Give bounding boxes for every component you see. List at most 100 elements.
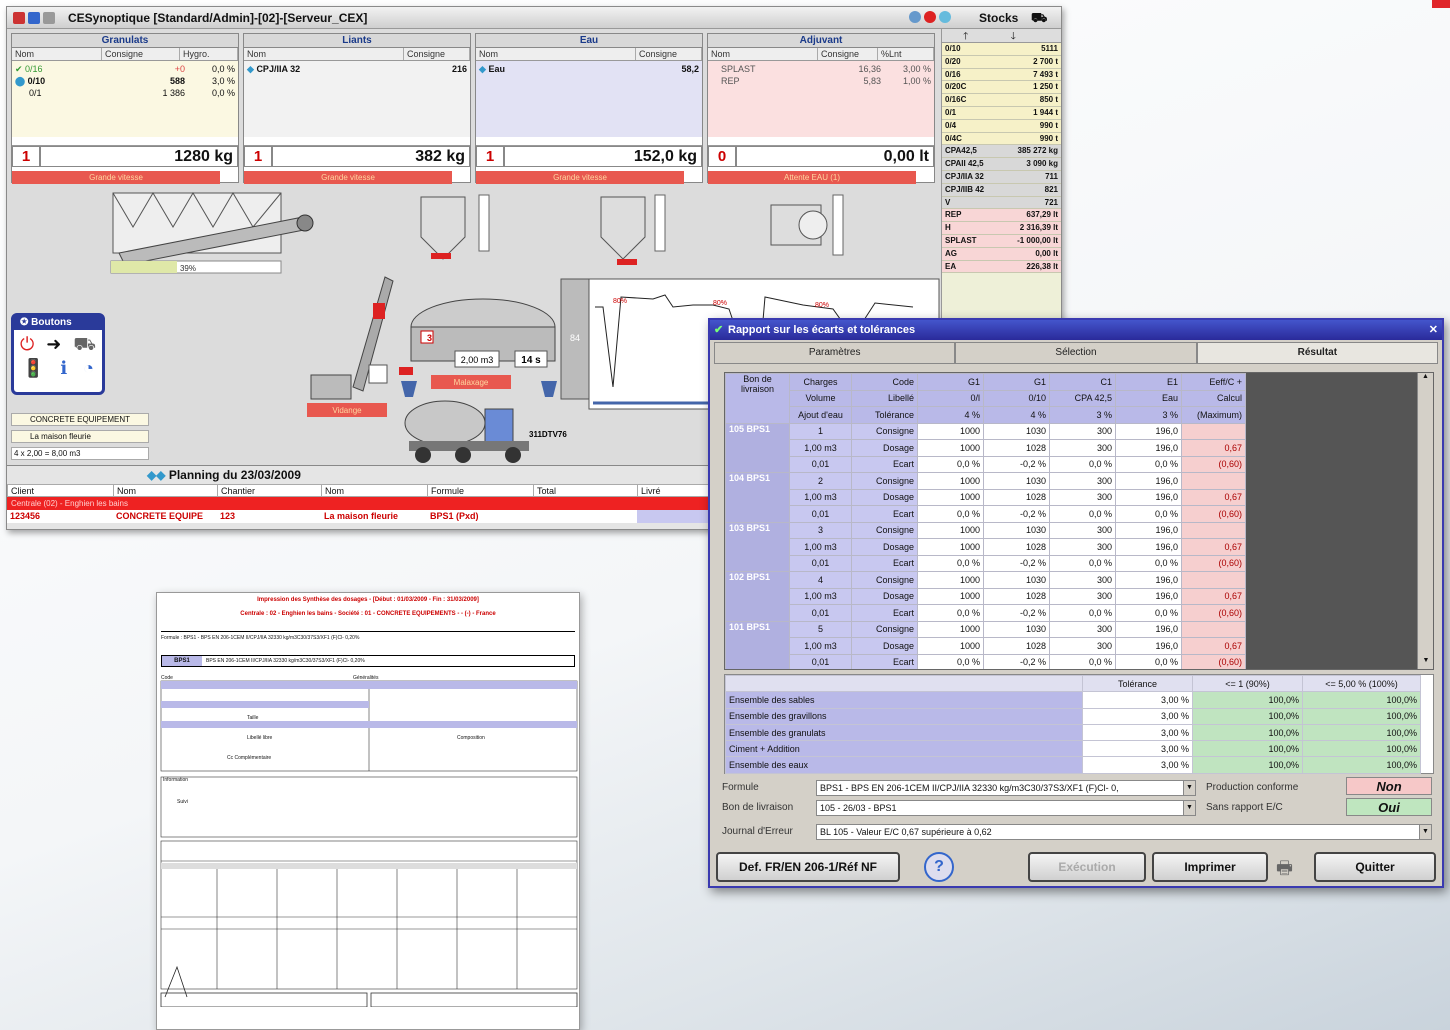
scrollbar[interactable]: ▲ ▼ (1417, 373, 1433, 669)
stock-row[interactable]: 0/16C 850 t (942, 94, 1061, 107)
stock-row[interactable]: 0/1 1 944 t (942, 106, 1061, 120)
value-cell: 0,67 (1181, 488, 1246, 506)
arrow-right-icon[interactable]: ➜ (46, 334, 61, 358)
chevron-down-icon[interactable]: ▼ (1183, 801, 1195, 815)
table-row[interactable]: 1,00 m3 Dosage 1000 1028 300 196,0 0,67 (726, 488, 1246, 506)
execution-button[interactable]: Exécution (1028, 852, 1146, 882)
stock-row[interactable]: 0/20 2 700 t (942, 55, 1061, 69)
mixer-truck (404, 400, 529, 463)
report-section-complementaire: Cc Complémentaire (227, 755, 272, 761)
journal-label: Journal d'Erreur (722, 826, 793, 837)
tab-selection[interactable]: Sélection (955, 342, 1197, 364)
power-icon[interactable]: ⏻ (20, 334, 34, 358)
truck-icon: ⛟ (1031, 10, 1048, 25)
value-cell: -0,2 % (983, 604, 1050, 622)
report-formule: Formule : BPS1 - BPS EN 206-1CEM II/CPJ/… (161, 631, 575, 641)
stock-row[interactable]: 0/4 990 t (942, 119, 1061, 133)
stock-row[interactable]: H2 316,39 lt (942, 222, 1061, 235)
stock-row[interactable]: CPJ/IIA 32 711 (942, 170, 1061, 184)
quitter-button[interactable]: Quitter (1314, 852, 1436, 882)
list-item[interactable]: REP 5,83 1,00 % (711, 75, 931, 87)
value-cell: -0,2 % (983, 455, 1050, 473)
window-title: CESynoptique [Standard/Admin]-[02]-[Serv… (68, 10, 368, 25)
table-row[interactable]: 1,00 m3 Dosage 1000 1028 300 196,0 0,67 (726, 637, 1246, 655)
stock-row[interactable]: 0/10 5111 (942, 43, 1061, 56)
mixer-count: 3 (427, 333, 432, 343)
table-row[interactable]: 101 BPS1 5 Consigne 1000 1030 300 196,0 (725, 620, 1246, 669)
stock-row[interactable]: CPA42,5 385 272 kg (942, 145, 1061, 159)
info-icon[interactable]: ℹ (60, 358, 67, 379)
value-cell: 0,67 (1181, 439, 1246, 457)
chevron-down-icon[interactable]: ▼ (1419, 825, 1431, 839)
value-cell: 0,67 (1181, 637, 1246, 655)
stock-row[interactable]: REP 637,29 lt (942, 209, 1061, 223)
summary-row: Ensemble des sables 3,00 % 100,0% 100,0% (725, 691, 1421, 709)
scroll-down-icon[interactable]: ▼ (1418, 657, 1433, 669)
list-item[interactable]: ✔ 0/16 +0 0,0 % (15, 63, 235, 75)
table-row[interactable]: 103 BPS1 3 Consigne 1000 1030 300 196,0 (725, 521, 1246, 572)
bon-livraison-select[interactable]: 105 - 26/03 - BPS1 ▼ (816, 800, 1196, 816)
value-cell: 0,0 % (917, 455, 984, 473)
journal-select[interactable]: BL 105 - Valeur E/C 0,67 supérieure à 0,… (816, 824, 1432, 840)
help-button[interactable]: ? (924, 852, 954, 882)
stock-row[interactable]: 0/4C 990 t (942, 132, 1061, 146)
summary-cell: Ensemble des gravillons (725, 707, 1083, 725)
stock-row[interactable]: AG 0,00 lt (942, 247, 1061, 261)
truck-button-icon[interactable]: ⛟ (73, 334, 96, 358)
table-row[interactable]: 104 BPS1 2 Consigne 1000 1030 300 196,0 (725, 472, 1246, 523)
stock-row[interactable]: SPLAST -1 000,00 lt (942, 234, 1061, 248)
clock-icon[interactable]: ◔ (83, 358, 94, 379)
printer-icon[interactable]: 🖶 (1276, 856, 1293, 886)
report-section-taille: Taille (247, 715, 259, 721)
nav-arrows-icon[interactable]: ◆◆ (147, 468, 165, 482)
stock-row[interactable]: CPJ/IIB 42 821 (942, 183, 1061, 197)
charge-cell: 1,00 m3 (789, 439, 852, 457)
table-row[interactable]: 0,01 Ecart 0,0 % -0,2 % 0,0 % 0,0 % (0,60) (726, 455, 1246, 473)
close-icon[interactable]: ✕ (1429, 320, 1438, 340)
list-item[interactable]: ◆ Eau 58,2 (479, 63, 699, 75)
def-norme-button[interactable]: Def. FR/EN 206-1/Réf NF (716, 852, 900, 882)
traffic-light-icon[interactable]: 🚦 (22, 358, 44, 379)
value-cell: 300 (1049, 620, 1116, 638)
value-cell: 196,0 (1115, 439, 1182, 457)
chevron-down-icon[interactable]: ▼ (1183, 781, 1195, 795)
bon-cell: 101 BPS1 (725, 620, 790, 669)
table-row[interactable]: 0,01 Ecart 0,0 % -0,2 % 0,0 % 0,0 % (0,60) (726, 505, 1246, 523)
imprimer-button[interactable]: Imprimer (1152, 852, 1268, 882)
list-item[interactable]: 0/1 1 386 0,0 % (15, 87, 235, 99)
rapport-title: Rapport sur les écarts et tolérances (728, 324, 916, 336)
table-row[interactable]: 1,00 m3 Dosage 1000 1028 300 196,0 0,67 (726, 538, 1246, 556)
stock-row[interactable]: CPAII 42,5 3 090 kg (942, 158, 1061, 171)
sort-down-icon[interactable]: 🡓 (990, 29, 1038, 42)
table-row[interactable]: 105 BPS1 1 Consigne 1000 1030 300 196,0 (725, 422, 1246, 473)
value-cell: 1000 (917, 637, 984, 655)
tools-icon[interactable] (1037, 29, 1061, 42)
stock-row[interactable]: 0/20C 1 250 t (942, 81, 1061, 95)
tab-resultat[interactable]: Résultat (1196, 342, 1438, 364)
app-icon-3 (43, 11, 55, 24)
water-tank (600, 194, 666, 265)
table-row[interactable]: 0,01 Ecart 0,0 % -0,2 % 0,0 % 0,0 % (0,60) (726, 554, 1246, 572)
value-cell: 1030 (983, 472, 1050, 490)
list-item[interactable]: SPLAST 16,36 3,00 % (711, 63, 931, 75)
table-row[interactable]: 1,00 m3 Dosage 1000 1028 300 196,0 0,67 (726, 439, 1246, 457)
table-row[interactable]: 1,00 m3 Dosage 1000 1028 300 196,0 0,67 (726, 587, 1246, 605)
batch-count: 1 (12, 146, 40, 167)
scroll-up-icon[interactable]: ▲ (1418, 373, 1433, 387)
formule-select[interactable]: BPS1 - BPS EN 206-1CEM II/CPJ/IIA 32330 … (816, 780, 1196, 796)
app-icon (13, 11, 25, 24)
sans-rapport-value: Oui (1346, 798, 1432, 816)
stock-row[interactable]: V 721 (942, 196, 1061, 210)
sort-up-icon[interactable]: 🡑 (942, 29, 990, 42)
list-item[interactable]: ⬤ 0/10 588 3,0 % (15, 75, 235, 87)
stock-row[interactable]: EA 226,38 lt (942, 260, 1061, 274)
table-row[interactable]: 0,01 Ecart 0,0 % -0,2 % 0,0 % 0,0 % (0,60) (726, 653, 1246, 669)
tab-parametres[interactable]: Paramètres (714, 342, 956, 364)
value-cell: 196,0 (1115, 422, 1182, 440)
list-item[interactable]: ◆ CPJ/IIA 32 216 (247, 63, 467, 75)
charge-cell: 4 (789, 571, 852, 589)
table-row[interactable]: 0,01 Ecart 0,0 % -0,2 % 0,0 % 0,0 % (0,60) (726, 604, 1246, 622)
table-row[interactable]: 102 BPS1 4 Consigne 1000 1030 300 196,0 (725, 571, 1246, 622)
col-lnt: %Lnt (878, 48, 934, 60)
stock-row[interactable]: 0/16 7 493 t (942, 68, 1061, 82)
